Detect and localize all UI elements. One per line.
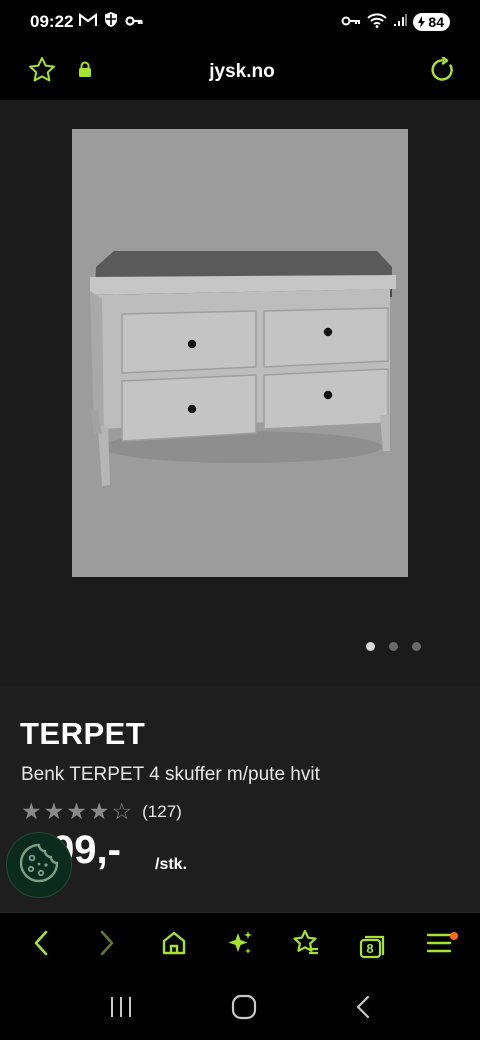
product-image[interactable] (72, 129, 408, 577)
star-empty-icon: ☆ (111, 798, 133, 824)
tabs-button[interactable]: 8 (348, 921, 398, 971)
back-icon (33, 930, 49, 961)
star-filled-icon: ★ (43, 798, 65, 824)
home-icon (161, 930, 187, 961)
clock: 09:22 (30, 12, 74, 31)
signal-icon (393, 12, 407, 32)
browser-bottom-nav: 8 (0, 912, 480, 978)
forward-icon (99, 930, 115, 961)
status-bar: 09:22 84 (0, 0, 480, 44)
gmail-icon (79, 12, 98, 32)
home-circle-icon[interactable] (231, 994, 257, 1025)
forward-button[interactable] (82, 921, 132, 971)
home-button[interactable] (149, 921, 199, 971)
recents-icon[interactable] (109, 996, 133, 1023)
reload-icon[interactable] (430, 55, 456, 88)
product-gallery[interactable] (0, 100, 480, 686)
gallery-pagination (366, 642, 421, 651)
battery-level: 84 (428, 14, 444, 30)
notification-dot (449, 931, 458, 940)
review-count[interactable]: (127) (142, 802, 182, 822)
star-filled-icon: ★ (21, 798, 42, 824)
menu-icon (426, 932, 452, 959)
product-rating[interactable]: ★ ★ ★ ★ ☆ (127) (21, 800, 182, 823)
back-button[interactable] (16, 921, 66, 971)
product-title: Benk TERPET 4 skuffer m/pute hvit (21, 764, 320, 785)
product-info: TERPET Benk TERPET 4 skuffer m/pute hvit… (0, 686, 480, 912)
tabs-icon: 8 (359, 933, 387, 959)
price-unit: /stk. (155, 856, 188, 873)
gallery-dot-active[interactable] (366, 642, 375, 651)
product-brand: TERPET (20, 716, 146, 751)
cookie-icon (17, 841, 61, 890)
system-navigation-bar (0, 978, 480, 1040)
bookmark-star-icon (292, 929, 320, 962)
lock-icon[interactable] (78, 61, 92, 83)
gallery-dot[interactable] (412, 642, 421, 651)
assistant-button[interactable] (215, 921, 265, 971)
battery-icon: 84 (413, 13, 450, 31)
star-filled-icon: ★ (88, 798, 110, 824)
system-back-icon[interactable] (355, 995, 371, 1024)
wifi-icon (367, 12, 388, 33)
vpn-key-icon (341, 12, 361, 32)
shield-icon (103, 11, 119, 33)
menu-button[interactable] (414, 921, 464, 971)
key-icon (125, 12, 144, 32)
tab-count: 8 (366, 940, 374, 956)
favorite-star-icon[interactable] (28, 56, 56, 88)
sparkle-icon (226, 929, 254, 962)
star-filled-icon: ★ (66, 798, 87, 824)
url-text[interactable]: jysk.no (108, 61, 376, 83)
bookmarks-button[interactable] (281, 921, 331, 971)
browser-toolbar: jysk.no (0, 44, 480, 100)
gallery-dot[interactable] (389, 642, 398, 651)
cookie-settings-button[interactable] (6, 832, 72, 898)
